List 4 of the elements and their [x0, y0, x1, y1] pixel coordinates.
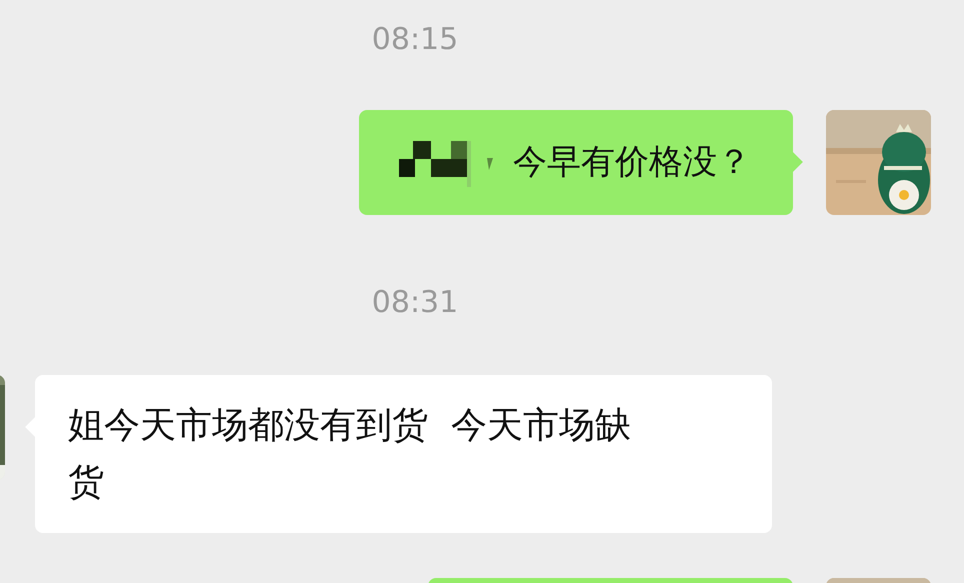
message-text: 今早有价格没？	[513, 141, 751, 184]
timestamp: 08:15	[372, 22, 458, 58]
timestamp: 08:31	[372, 285, 458, 321]
message-text: 姐今天市场都没有到货 今天市场缺货	[68, 404, 632, 505]
